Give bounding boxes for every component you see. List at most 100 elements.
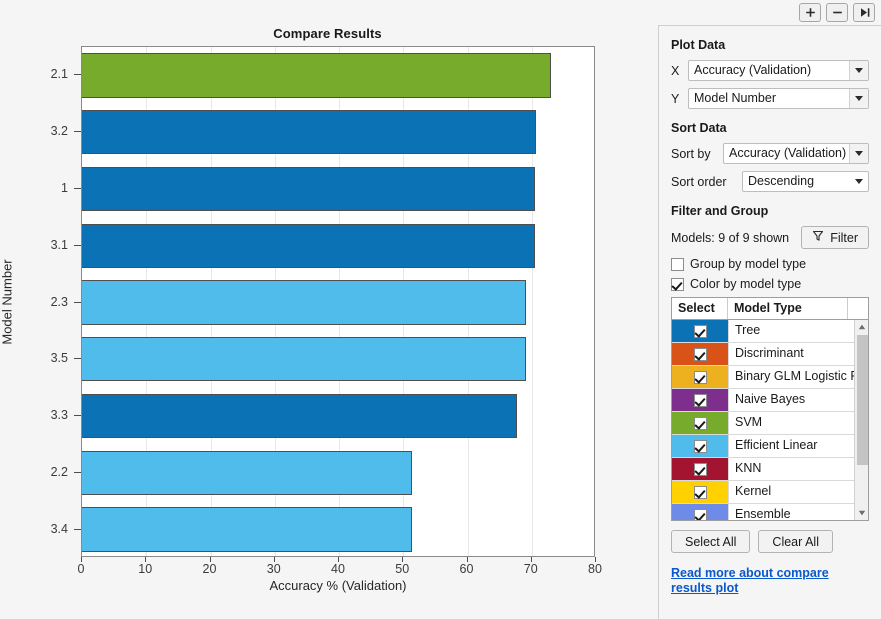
x-axis-tick-label: 60: [460, 562, 474, 576]
y-axis-tick: [74, 131, 81, 132]
sort-order-combobox[interactable]: Descending: [742, 171, 869, 192]
model-type-checkbox[interactable]: [694, 394, 707, 407]
chevron-down-icon[interactable]: [849, 144, 868, 163]
chart-title: Compare Results: [0, 26, 655, 41]
model-type-name: Kernel: [728, 481, 868, 503]
restore-view-icon[interactable]: [853, 3, 875, 22]
chevron-down-icon[interactable]: [849, 172, 868, 191]
y-axis-tick: [74, 245, 81, 246]
bar[interactable]: [82, 167, 535, 211]
sort-by-row: Sort by Accuracy (Validation): [671, 143, 869, 164]
bar-row: [82, 394, 594, 438]
bar[interactable]: [82, 507, 412, 551]
model-type-checkbox[interactable]: [694, 371, 707, 384]
y-axis-tick-label: 3.5: [8, 351, 68, 365]
model-type-name: Tree: [728, 320, 868, 342]
bar[interactable]: [82, 394, 517, 438]
table-row[interactable]: SVM: [672, 412, 868, 435]
table-row[interactable]: Discriminant: [672, 343, 868, 366]
chevron-down-icon[interactable]: [849, 89, 868, 108]
y-field-combobox[interactable]: Model Number: [688, 88, 869, 109]
y-axis-tick: [74, 529, 81, 530]
x-axis-tick-label: 40: [331, 562, 345, 576]
model-type-checkbox[interactable]: [694, 440, 707, 453]
model-type-checkbox[interactable]: [694, 486, 707, 499]
model-type-color-swatch: [672, 343, 728, 365]
scrollbar-thumb[interactable]: [857, 335, 868, 465]
model-type-color-swatch: [672, 366, 728, 388]
model-type-name: KNN: [728, 458, 868, 480]
sort-order-value: Descending: [743, 172, 849, 191]
sort-by-label: Sort by: [671, 147, 723, 161]
bar-row: [82, 451, 594, 495]
help-link[interactable]: Read more about compare results plot: [671, 566, 869, 596]
y-axis-tick-label: 3.2: [8, 124, 68, 138]
bar[interactable]: [82, 53, 551, 97]
bar[interactable]: [82, 337, 526, 381]
x-axis-label: Accuracy % (Validation): [81, 578, 595, 593]
column-header-model-type: Model Type: [728, 298, 848, 319]
model-type-name: SVM: [728, 412, 868, 434]
models-count-row: Models: 9 of 9 shown Filter: [671, 226, 869, 249]
bar[interactable]: [82, 110, 536, 154]
bar[interactable]: [82, 224, 535, 268]
zoom-in-icon[interactable]: [799, 3, 821, 22]
table-row[interactable]: Efficient Linear: [672, 435, 868, 458]
group-by-model-type-checkbox[interactable]: Group by model type: [671, 257, 869, 271]
checkbox-box: [671, 258, 684, 271]
filter-button[interactable]: Filter: [801, 226, 869, 249]
bar[interactable]: [82, 280, 526, 324]
plot-area: [81, 46, 595, 557]
scroll-down-icon[interactable]: [855, 506, 869, 520]
funnel-icon: [812, 230, 824, 245]
y-axis-tick-label: 3.4: [8, 522, 68, 536]
model-type-color-swatch: [672, 320, 728, 342]
model-type-color-swatch: [672, 435, 728, 457]
plot-data-title: Plot Data: [671, 38, 869, 52]
model-type-scrollbar[interactable]: [854, 320, 868, 520]
model-type-checkbox[interactable]: [694, 348, 707, 361]
bar-row: [82, 224, 594, 268]
sort-order-label: Sort order: [671, 175, 742, 189]
sort-order-row: Sort order Descending: [671, 171, 869, 192]
table-row[interactable]: Binary GLM Logistic R…: [672, 366, 868, 389]
table-row[interactable]: Kernel: [672, 481, 868, 504]
y-axis-tick: [74, 74, 81, 75]
scroll-up-icon[interactable]: [855, 320, 869, 334]
zoom-out-icon[interactable]: [826, 3, 848, 22]
color-by-model-type-checkbox[interactable]: Color by model type: [671, 277, 869, 291]
table-row[interactable]: Tree: [672, 320, 868, 343]
group-by-model-type-label: Group by model type: [690, 257, 806, 271]
model-type-checkbox[interactable]: [694, 325, 707, 338]
model-type-checkbox[interactable]: [694, 509, 707, 522]
model-type-checkbox[interactable]: [694, 417, 707, 430]
checkbox-box: [671, 278, 684, 291]
model-type-name: Naive Bayes: [728, 389, 868, 411]
x-axis-tick-label: 0: [78, 562, 85, 576]
x-field-value: Accuracy (Validation): [689, 61, 849, 80]
chart-panel: Compare Results Model Number 01020304050…: [0, 0, 655, 619]
y-axis-tick-label: 2.3: [8, 295, 68, 309]
table-row[interactable]: Naive Bayes: [672, 389, 868, 412]
plot-options-panel: Plot Data X Accuracy (Validation) Y Mode…: [658, 25, 881, 619]
column-header-select: Select: [672, 298, 728, 319]
table-row[interactable]: KNN: [672, 458, 868, 481]
model-type-checkbox[interactable]: [694, 463, 707, 476]
model-type-table-body: TreeDiscriminantBinary GLM Logistic R…Na…: [672, 320, 868, 521]
select-all-button[interactable]: Select All: [671, 530, 750, 553]
chart-toolbar: [799, 3, 875, 22]
clear-all-button[interactable]: Clear All: [758, 530, 833, 553]
model-type-table: Select Model Type TreeDiscriminantBinary…: [671, 297, 869, 521]
model-type-color-swatch: [672, 389, 728, 411]
y-axis-tick: [74, 415, 81, 416]
bar[interactable]: [82, 451, 412, 495]
sort-by-combobox[interactable]: Accuracy (Validation): [723, 143, 869, 164]
table-row[interactable]: Ensemble: [672, 504, 868, 521]
chevron-down-icon[interactable]: [849, 61, 868, 80]
sort-data-title: Sort Data: [671, 121, 869, 135]
x-field-combobox[interactable]: Accuracy (Validation): [688, 60, 869, 81]
filter-button-label: Filter: [830, 231, 858, 245]
y-field-value: Model Number: [689, 89, 849, 108]
list-action-buttons: Select All Clear All: [671, 530, 869, 553]
model-type-color-swatch: [672, 504, 728, 521]
